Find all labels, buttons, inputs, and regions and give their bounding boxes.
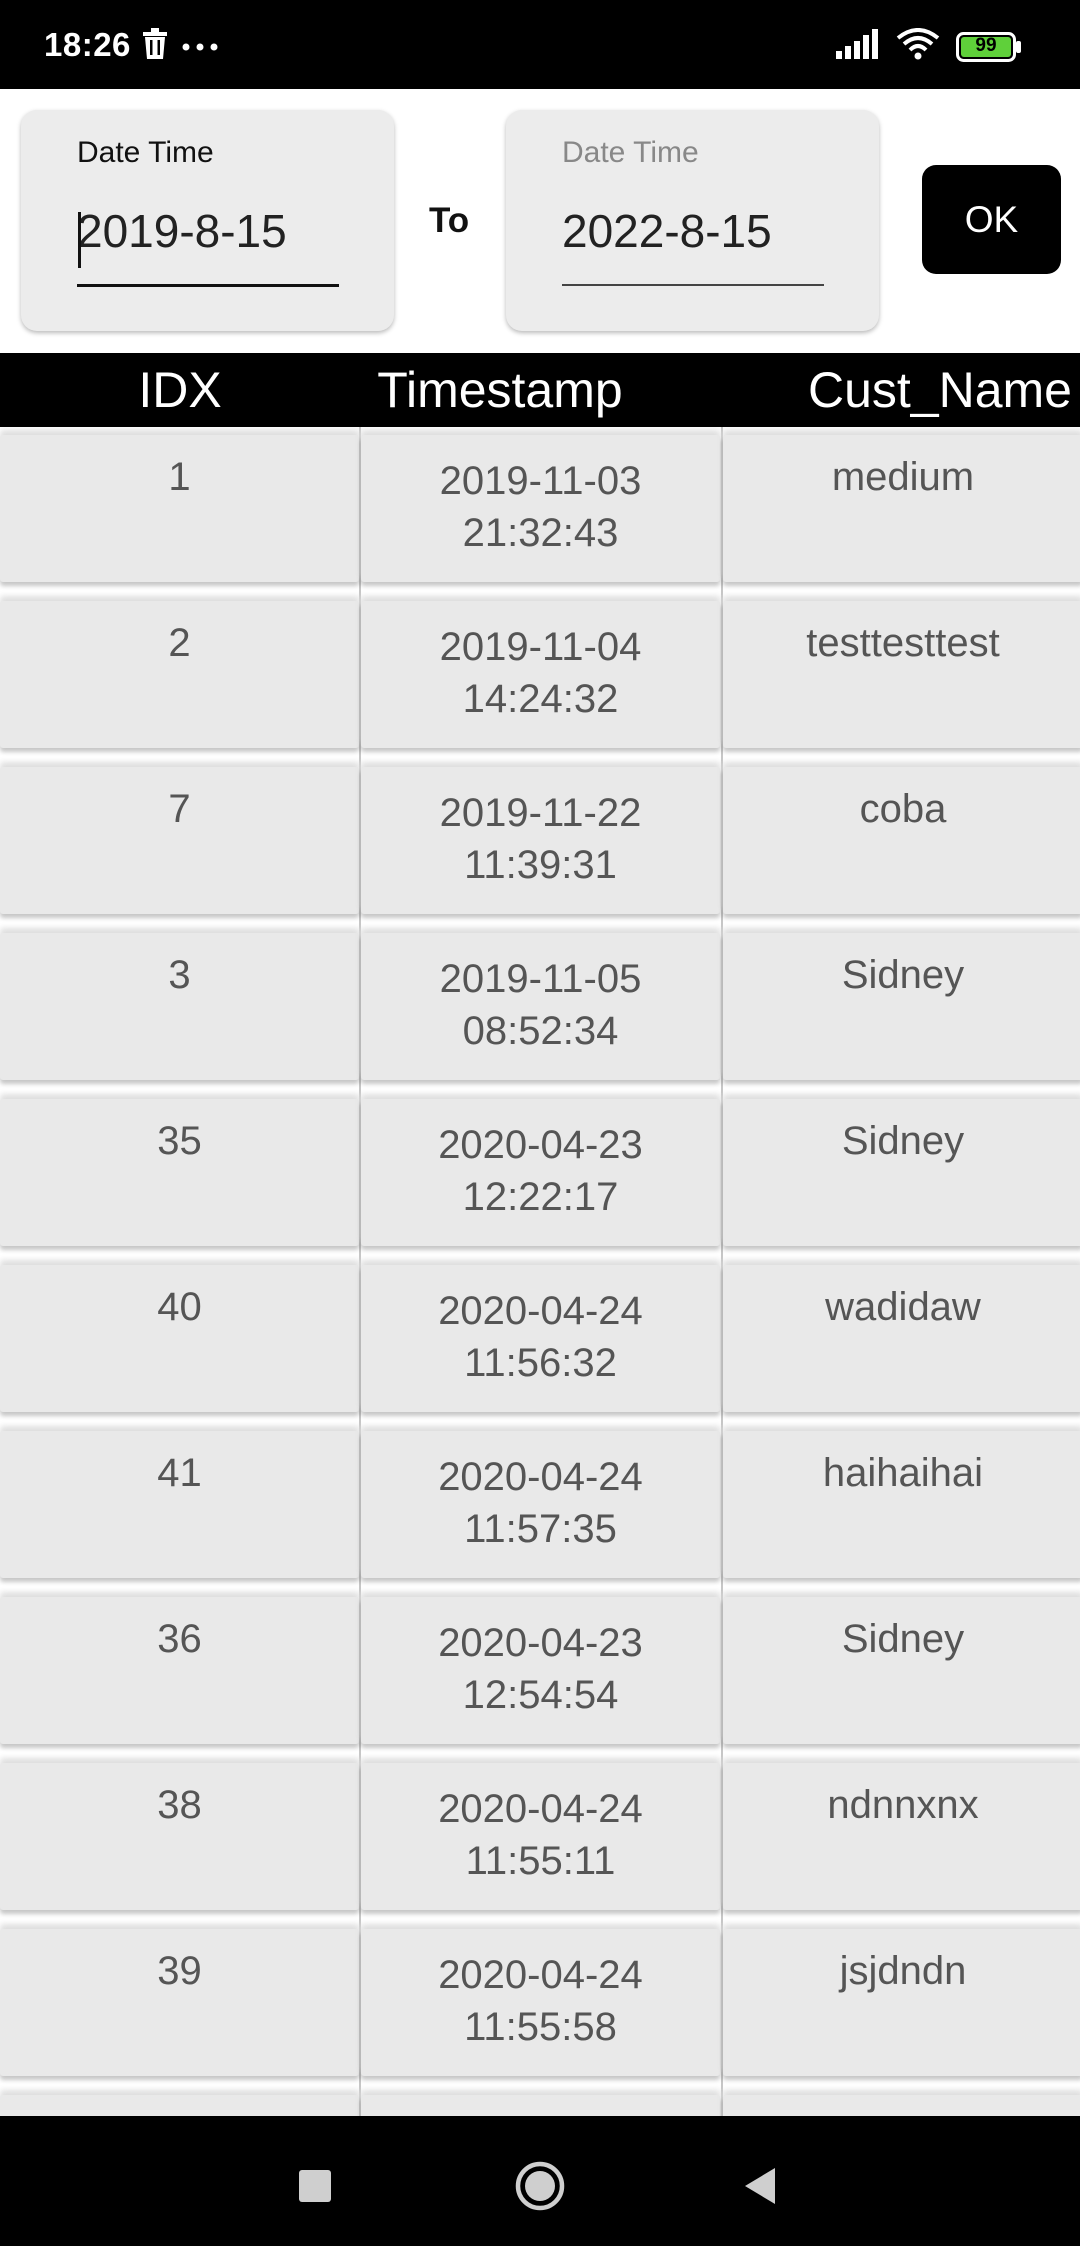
navigation-bar xyxy=(0,2116,1080,2246)
table-row-partial[interactable] xyxy=(0,2087,1080,2116)
table-row[interactable]: 38 2020-04-24 11:55:11 ndnnxnx xyxy=(0,1755,1080,1921)
cell-idx: 39 xyxy=(0,1929,359,2076)
cell-timestamp: 2019-11-03 21:32:43 xyxy=(361,435,720,582)
table-header: IDX Timestamp Cust_Name xyxy=(0,353,1080,427)
from-date-input[interactable] xyxy=(77,200,339,262)
table-row[interactable]: 7 2019-11-22 11:39:31 coba xyxy=(0,759,1080,925)
table-row[interactable]: 35 2020-04-23 12:22:17 Sidney xyxy=(0,1091,1080,1257)
cell-cust-name: testtesttest xyxy=(723,601,1080,748)
table-row[interactable]: 3 2019-11-05 08:52:34 Sidney xyxy=(0,925,1080,1091)
cell-idx: 3 xyxy=(0,933,359,1080)
cell-idx: 7 xyxy=(0,767,359,914)
cell-timestamp: 2019-11-22 11:39:31 xyxy=(361,767,720,914)
cell-timestamp: 2019-11-05 08:52:34 xyxy=(361,933,720,1080)
cell-timestamp xyxy=(361,2095,720,2116)
to-date-card: Date Time xyxy=(506,110,879,331)
table-row[interactable]: 40 2020-04-24 11:56:32 wadidaw xyxy=(0,1257,1080,1423)
cell-time: 11:55:58 xyxy=(464,2005,617,2049)
cell-date: 2020-04-24 xyxy=(438,1289,643,1333)
cell-date: 2019-11-03 xyxy=(439,459,642,503)
recent-apps-icon[interactable] xyxy=(285,2156,345,2216)
cell-time: 11:56:32 xyxy=(464,1341,617,1385)
cell-cust-name: wadidaw xyxy=(723,1265,1080,1412)
to-separator: To xyxy=(429,201,470,240)
cell-time: 14:24:32 xyxy=(462,677,619,721)
more-icon xyxy=(182,38,218,56)
table-row[interactable]: 39 2020-04-24 11:55:58 jsjdndn xyxy=(0,1921,1080,2087)
table-row[interactable]: 36 2020-04-23 12:54:54 Sidney xyxy=(0,1589,1080,1755)
battery-level: 99 xyxy=(975,34,997,56)
ok-button[interactable]: OK xyxy=(922,165,1061,274)
to-date-label: Date Time xyxy=(562,136,699,169)
cell-cust-name: medium xyxy=(723,435,1080,582)
cell-cust-name: coba xyxy=(723,767,1080,914)
to-date-input[interactable] xyxy=(562,200,824,262)
cell-idx: 35 xyxy=(0,1099,359,1246)
trash-icon xyxy=(142,28,168,65)
battery-icon: 99 xyxy=(956,31,1022,62)
cell-time: 08:52:34 xyxy=(462,1009,619,1053)
cell-idx: 40 xyxy=(0,1265,359,1412)
cell-timestamp: 2020-04-23 12:54:54 xyxy=(361,1597,720,1744)
date-filter-bar: Date Time To Date Time OK xyxy=(0,89,1080,353)
status-time: 18:26 xyxy=(44,26,131,63)
wifi-icon xyxy=(896,28,940,65)
cell-timestamp: 2020-04-24 11:57:35 xyxy=(361,1431,720,1578)
cell-idx: 41 xyxy=(0,1431,359,1578)
cell-time: 21:32:43 xyxy=(462,511,619,555)
cell-time: 11:39:31 xyxy=(464,843,617,887)
cell-idx: 1 xyxy=(0,435,359,582)
status-bar: 18:26 99 xyxy=(0,0,1080,89)
cell-date: 2020-04-23 xyxy=(438,1621,643,1665)
cell-cust-name: Sidney xyxy=(723,933,1080,1080)
table-row[interactable]: 1 2019-11-03 21:32:43 medium xyxy=(0,427,1080,593)
column-header-idx: IDX xyxy=(138,362,222,418)
table-body[interactable]: 1 2019-11-03 21:32:43 medium 2 2019-11-04… xyxy=(0,427,1080,2116)
cell-time: 12:22:17 xyxy=(462,1175,619,1219)
table-row[interactable]: 2 2019-11-04 14:24:32 testtesttest xyxy=(0,593,1080,759)
cell-idx: 38 xyxy=(0,1763,359,1910)
cell-time: 11:57:35 xyxy=(464,1507,617,1551)
signal-icon xyxy=(836,29,880,64)
cell-cust-name: Sidney xyxy=(723,1597,1080,1744)
text-cursor xyxy=(78,212,81,268)
cell-cust-name: jsjdndn xyxy=(723,1929,1080,2076)
cell-date: 2020-04-24 xyxy=(438,1953,643,1997)
cell-cust-name xyxy=(723,2095,1080,2116)
cell-timestamp: 2019-11-04 14:24:32 xyxy=(361,601,720,748)
cell-idx: 2 xyxy=(0,601,359,748)
cell-date: 2019-11-04 xyxy=(439,625,642,669)
from-date-underline xyxy=(77,284,339,287)
cell-idx: 36 xyxy=(0,1597,359,1744)
cell-date: 2020-04-24 xyxy=(438,1455,643,1499)
from-date-card: Date Time xyxy=(21,110,394,331)
cell-date: 2020-04-24 xyxy=(438,1787,643,1831)
cell-time: 12:54:54 xyxy=(462,1673,619,1717)
back-icon[interactable] xyxy=(730,2156,790,2216)
table-row[interactable]: 41 2020-04-24 11:57:35 haihaihai xyxy=(0,1423,1080,1589)
to-date-underline xyxy=(562,284,824,286)
cell-date: 2020-04-23 xyxy=(438,1123,643,1167)
cell-cust-name: Sidney xyxy=(723,1099,1080,1246)
cell-date: 2019-11-05 xyxy=(439,957,642,1001)
cell-cust-name: haihaihai xyxy=(723,1431,1080,1578)
cell-timestamp: 2020-04-23 12:22:17 xyxy=(361,1099,720,1246)
column-header-timestamp: Timestamp xyxy=(377,362,623,418)
cell-cust-name: ndnnxnx xyxy=(723,1763,1080,1910)
cell-timestamp: 2020-04-24 11:55:58 xyxy=(361,1929,720,2076)
cell-time: 11:55:11 xyxy=(465,1839,616,1883)
from-date-label: Date Time xyxy=(77,136,214,169)
cell-date: 2019-11-22 xyxy=(439,791,642,835)
cell-timestamp: 2020-04-24 11:56:32 xyxy=(361,1265,720,1412)
cell-idx xyxy=(0,2095,359,2116)
column-header-cust-name: Cust_Name xyxy=(808,362,1072,418)
home-icon[interactable] xyxy=(510,2156,570,2216)
cell-timestamp: 2020-04-24 11:55:11 xyxy=(361,1763,720,1910)
